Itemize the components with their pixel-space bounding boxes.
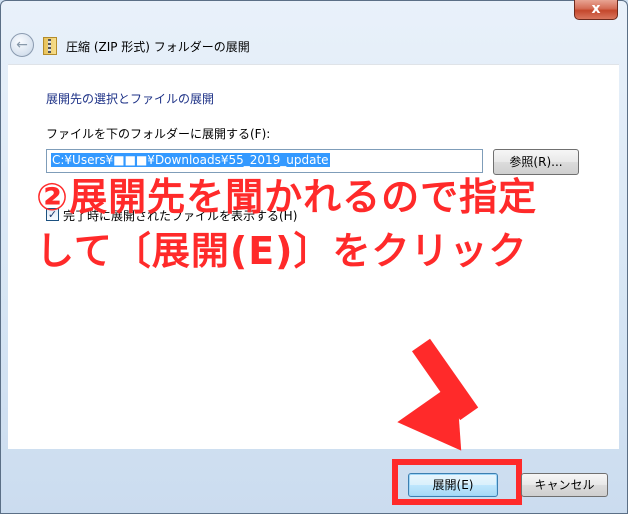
extract-button[interactable]: 展開(E): [408, 473, 498, 497]
annotation-line-2: して〔展開(E)〕をクリック: [36, 229, 528, 273]
destination-path-text: C:¥Users¥■■■¥Downloads¥55_2019_update: [51, 153, 330, 167]
cancel-button[interactable]: キャンセル: [521, 473, 608, 497]
destination-label: ファイルを下のフォルダーに展開する(F):: [46, 127, 271, 141]
zip-folder-icon: [43, 37, 57, 55]
instruction-annotation: ②展開先を聞かれるので指定 して〔展開(E)〕をクリック: [36, 170, 596, 278]
annotation-line-1: ②展開先を聞かれるので指定: [36, 175, 538, 219]
dialog-header: ← 圧縮 (ZIP 形式) フォルダーの展開: [0, 22, 626, 64]
window-title: 圧縮 (ZIP 形式) フォルダーの展開: [66, 40, 250, 54]
close-button[interactable]: x: [574, 0, 618, 20]
back-arrow-icon[interactable]: ←: [10, 33, 34, 57]
section-title: 展開先の選択とファイルの展開: [46, 92, 215, 106]
